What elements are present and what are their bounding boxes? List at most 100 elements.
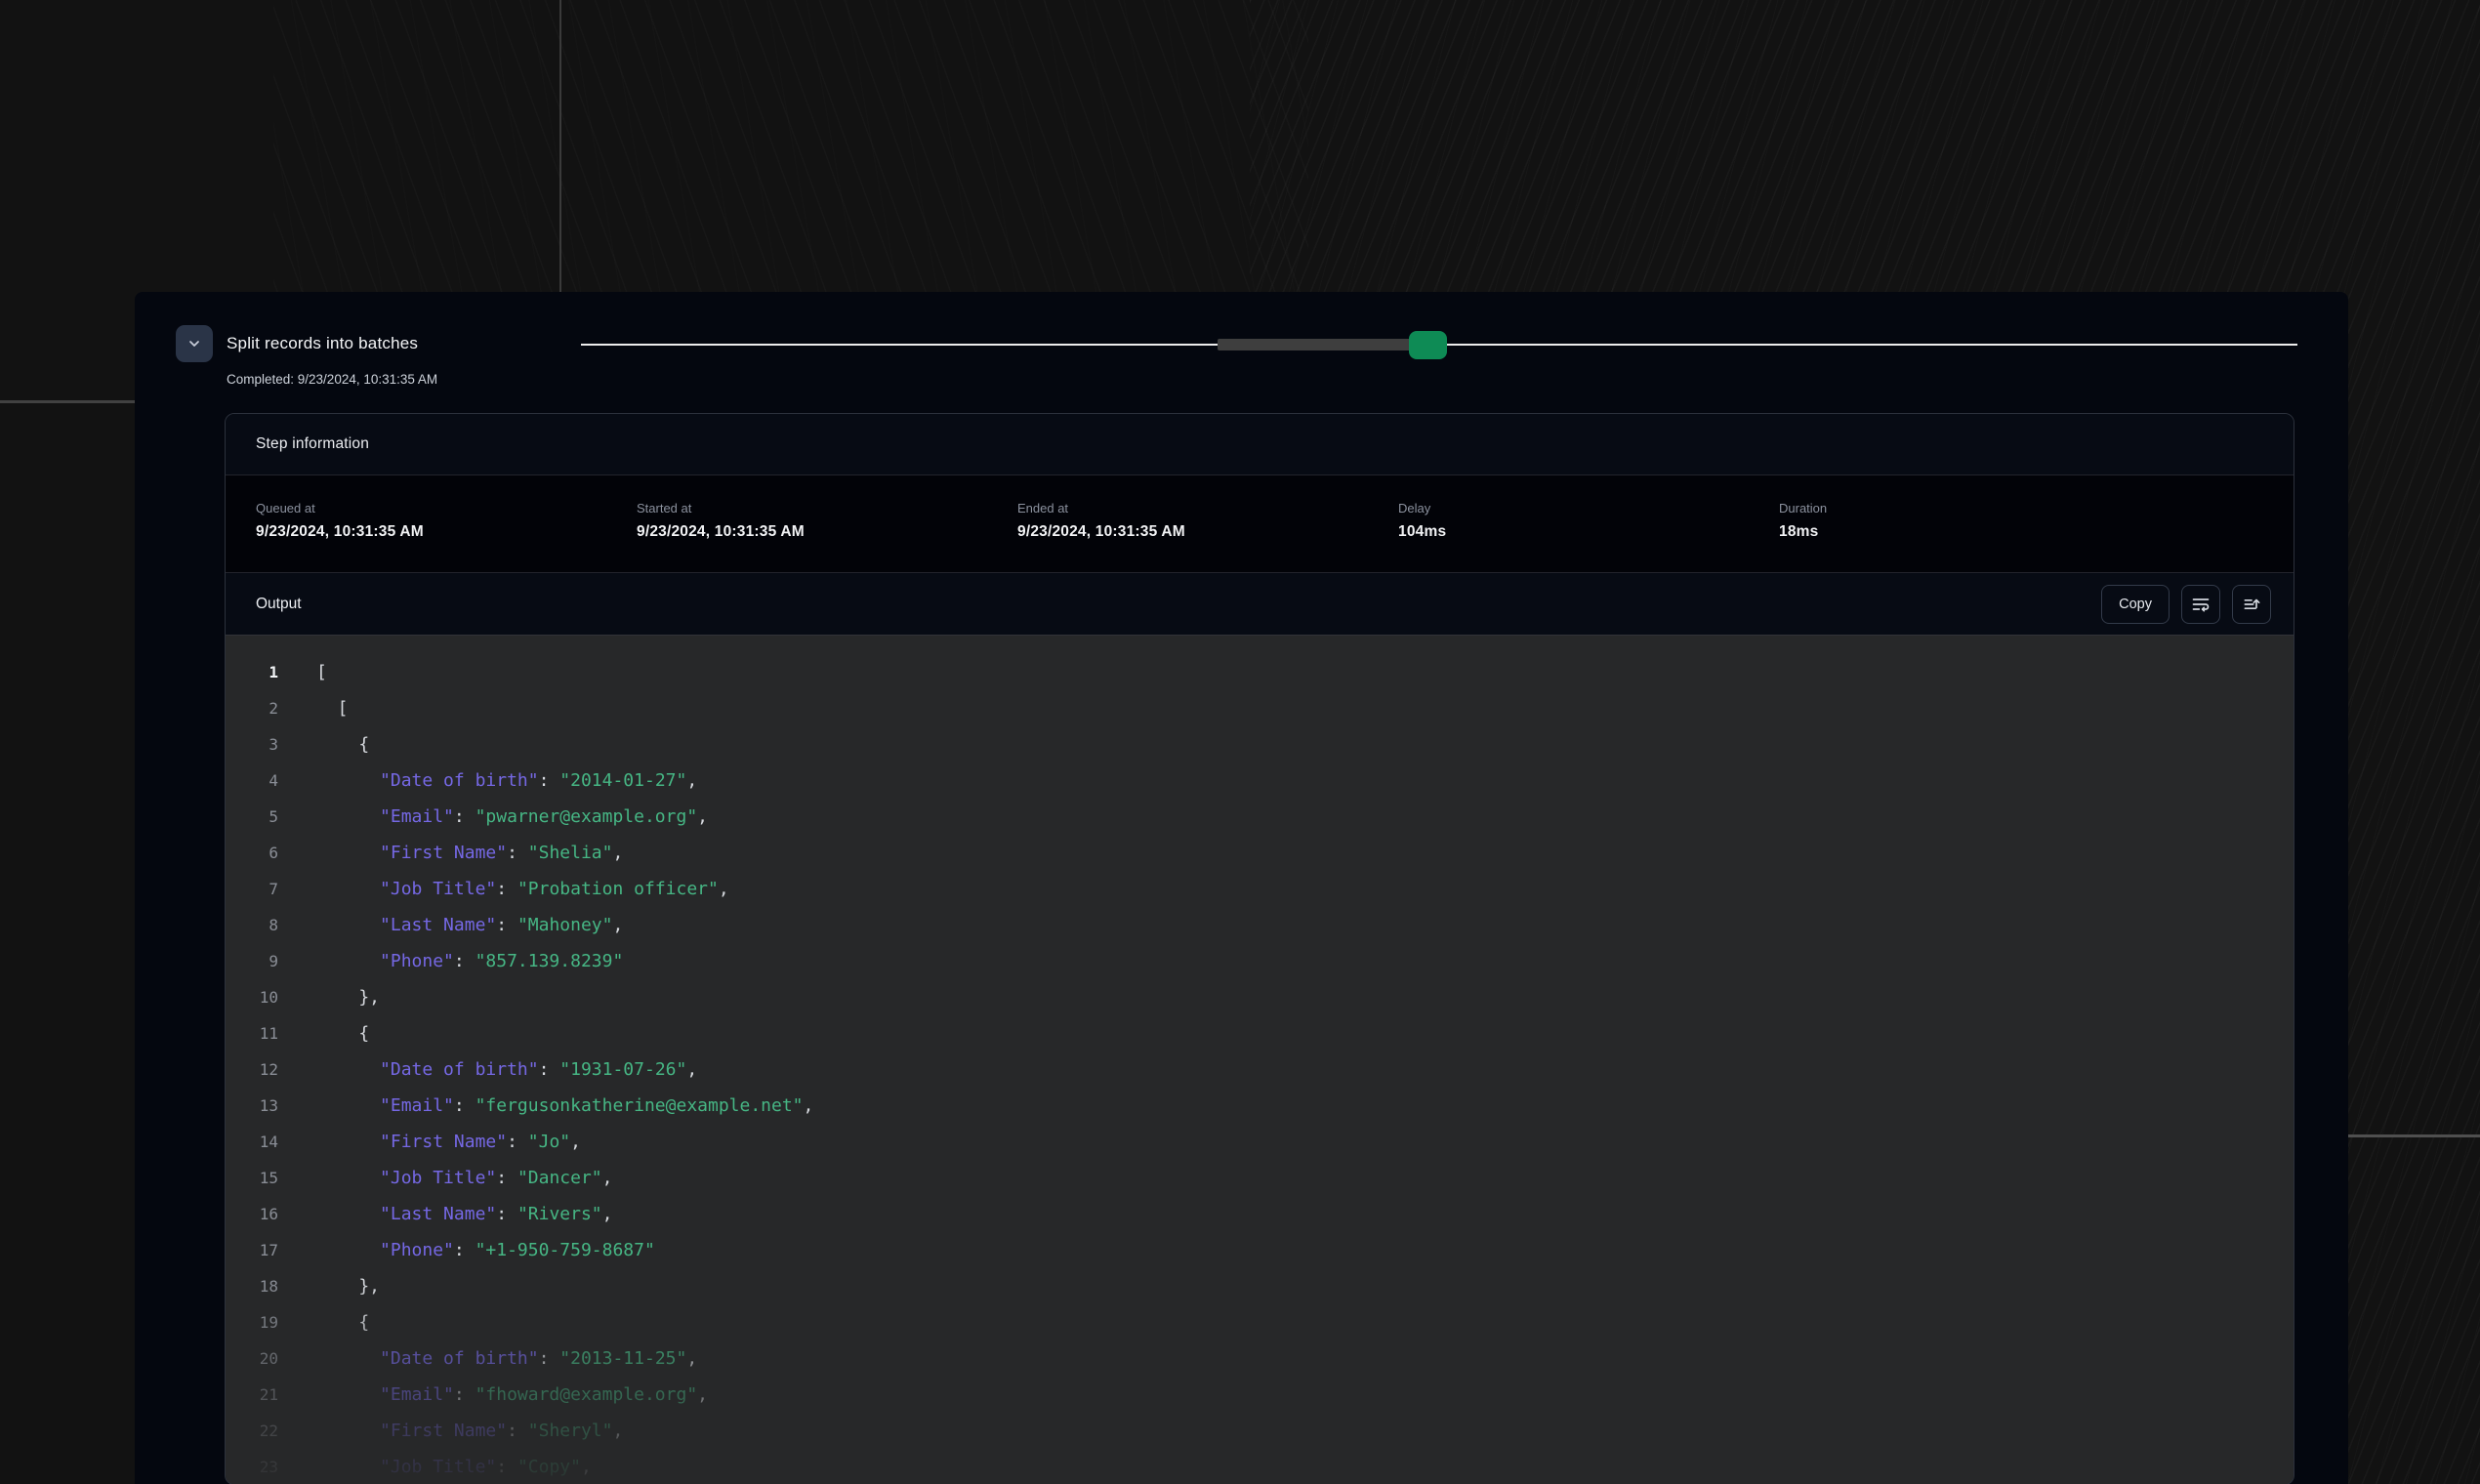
field-delay: Delay 104ms <box>1398 501 1779 572</box>
code-line-content: "Email": "fergusonkatherine@example.net"… <box>278 1088 813 1124</box>
code-line-content: "First Name": "Jo", <box>278 1124 581 1160</box>
code-line-content: { <box>278 1015 369 1051</box>
line-number: 13 <box>226 1088 278 1124</box>
code-line-content: "Date of birth": "2013-11-25", <box>278 1340 697 1377</box>
field-started-at: Started at 9/23/2024, 10:31:35 AM <box>637 501 1017 572</box>
code-line-content: { <box>278 1304 369 1340</box>
step-information-title: Step information <box>256 435 369 453</box>
code-line-content: "Email": "pwarner@example.org", <box>278 799 708 835</box>
code-line-content: }, <box>278 979 380 1015</box>
line-number: 18 <box>226 1268 278 1304</box>
timeline-elapsed-segment <box>1218 339 1411 350</box>
field-ended-at: Ended at 9/23/2024, 10:31:35 AM <box>1017 501 1398 572</box>
output-title: Output <box>256 596 302 613</box>
line-number: 7 <box>226 871 278 907</box>
code-line-content: "Last Name": "Mahoney", <box>278 907 623 943</box>
code-line: 13 "Email": "fergusonkatherine@example.n… <box>226 1088 2294 1124</box>
wrap-text-button[interactable] <box>2181 585 2220 624</box>
step-completed-timestamp: Completed: 9/23/2024, 10:31:35 AM <box>227 372 437 387</box>
code-line: 2 [ <box>226 690 2294 726</box>
step-information-fields: Queued at 9/23/2024, 10:31:35 AM Started… <box>226 475 2294 573</box>
field-value: 9/23/2024, 10:31:35 AM <box>1017 523 1398 541</box>
line-number: 22 <box>226 1413 278 1449</box>
line-number: 3 <box>226 726 278 763</box>
field-label: Started at <box>637 501 1017 515</box>
code-line: 10 }, <box>226 979 2294 1015</box>
step-title: Split records into batches <box>227 334 418 353</box>
field-label: Ended at <box>1017 501 1398 515</box>
code-line: 4 "Date of birth": "2014-01-27", <box>226 763 2294 799</box>
code-line: 8 "Last Name": "Mahoney", <box>226 907 2294 943</box>
line-number: 9 <box>226 943 278 979</box>
chevron-down-icon <box>186 336 202 351</box>
output-header: Output Copy <box>226 573 2294 636</box>
line-number: 1 <box>226 654 278 690</box>
code-line: 21 "Email": "fhoward@example.org", <box>226 1377 2294 1413</box>
line-number: 15 <box>226 1160 278 1196</box>
line-number: 14 <box>226 1124 278 1160</box>
screen: Split records into batches Completed: 9/… <box>0 0 2480 1484</box>
line-number: 4 <box>226 763 278 799</box>
copy-button[interactable]: Copy <box>2101 585 2170 624</box>
line-number: 12 <box>226 1051 278 1088</box>
timeline-handle[interactable] <box>1409 331 1447 359</box>
background-vertical-line <box>559 0 561 295</box>
code-line: 12 "Date of birth": "1931-07-26", <box>226 1051 2294 1088</box>
line-number: 20 <box>226 1340 278 1377</box>
code-line-content: }, <box>278 1268 380 1304</box>
code-line: 22 "First Name": "Sheryl", <box>226 1413 2294 1449</box>
code-line: 15 "Job Title": "Dancer", <box>226 1160 2294 1196</box>
output-code-viewer[interactable]: 1[2 [3 {4 "Date of birth": "2014-01-27",… <box>226 636 2294 1484</box>
code-line-content: "Job Title": "Dancer", <box>278 1160 612 1196</box>
step-detail-panel: Split records into batches Completed: 9/… <box>135 292 2348 1484</box>
field-label: Queued at <box>256 501 637 515</box>
line-number: 5 <box>226 799 278 835</box>
code-line: 17 "Phone": "+1-950-759-8687" <box>226 1232 2294 1268</box>
code-line-content: "Phone": "+1-950-759-8687" <box>278 1232 655 1268</box>
code-line: 5 "Email": "pwarner@example.org", <box>226 799 2294 835</box>
line-number: 23 <box>226 1449 278 1484</box>
code-line: 16 "Last Name": "Rivers", <box>226 1196 2294 1232</box>
code-line-content: "Job Title": "Copy", <box>278 1449 592 1484</box>
line-number: 2 <box>226 690 278 726</box>
step-information-card: Step information Queued at 9/23/2024, 10… <box>225 413 2294 1484</box>
background-horizontal-line-left <box>0 400 135 403</box>
code-line: 3 { <box>226 726 2294 763</box>
step-information-header: Step information <box>226 414 2294 475</box>
code-line-content: { <box>278 726 369 763</box>
line-number: 11 <box>226 1015 278 1051</box>
code-line: 20 "Date of birth": "2013-11-25", <box>226 1340 2294 1377</box>
code-line: 18 }, <box>226 1268 2294 1304</box>
code-line-content: "First Name": "Shelia", <box>278 835 623 871</box>
code-block: 1[2 [3 {4 "Date of birth": "2014-01-27",… <box>226 654 2294 1484</box>
wrap-text-icon <box>2191 595 2211 614</box>
code-line: 19 { <box>226 1304 2294 1340</box>
code-line-content: [ <box>278 690 349 726</box>
code-line-content: "Date of birth": "2014-01-27", <box>278 763 697 799</box>
field-value: 104ms <box>1398 523 1779 541</box>
code-line-content: "First Name": "Sheryl", <box>278 1413 623 1449</box>
step-collapse-button[interactable] <box>176 325 213 362</box>
code-line-content: "Date of birth": "1931-07-26", <box>278 1051 697 1088</box>
line-number: 8 <box>226 907 278 943</box>
code-line: 6 "First Name": "Shelia", <box>226 835 2294 871</box>
field-value: 18ms <box>1779 523 2160 541</box>
field-label: Duration <box>1779 501 2160 515</box>
code-line: 1[ <box>226 654 2294 690</box>
line-number: 6 <box>226 835 278 871</box>
code-line: 23 "Job Title": "Copy", <box>226 1449 2294 1484</box>
code-line: 9 "Phone": "857.139.8239" <box>226 943 2294 979</box>
field-duration: Duration 18ms <box>1779 501 2160 572</box>
code-line-content: "Last Name": "Rivers", <box>278 1196 612 1232</box>
line-number: 17 <box>226 1232 278 1268</box>
code-line: 14 "First Name": "Jo", <box>226 1124 2294 1160</box>
field-label: Delay <box>1398 501 1779 515</box>
code-line-content: "Email": "fhoward@example.org", <box>278 1377 708 1413</box>
line-number: 19 <box>226 1304 278 1340</box>
line-number: 10 <box>226 979 278 1015</box>
background-horizontal-line-right <box>2348 1134 2480 1137</box>
field-value: 9/23/2024, 10:31:35 AM <box>637 523 1017 541</box>
line-number: 21 <box>226 1377 278 1413</box>
field-queued-at: Queued at 9/23/2024, 10:31:35 AM <box>256 501 637 572</box>
scroll-to-top-button[interactable] <box>2232 585 2271 624</box>
